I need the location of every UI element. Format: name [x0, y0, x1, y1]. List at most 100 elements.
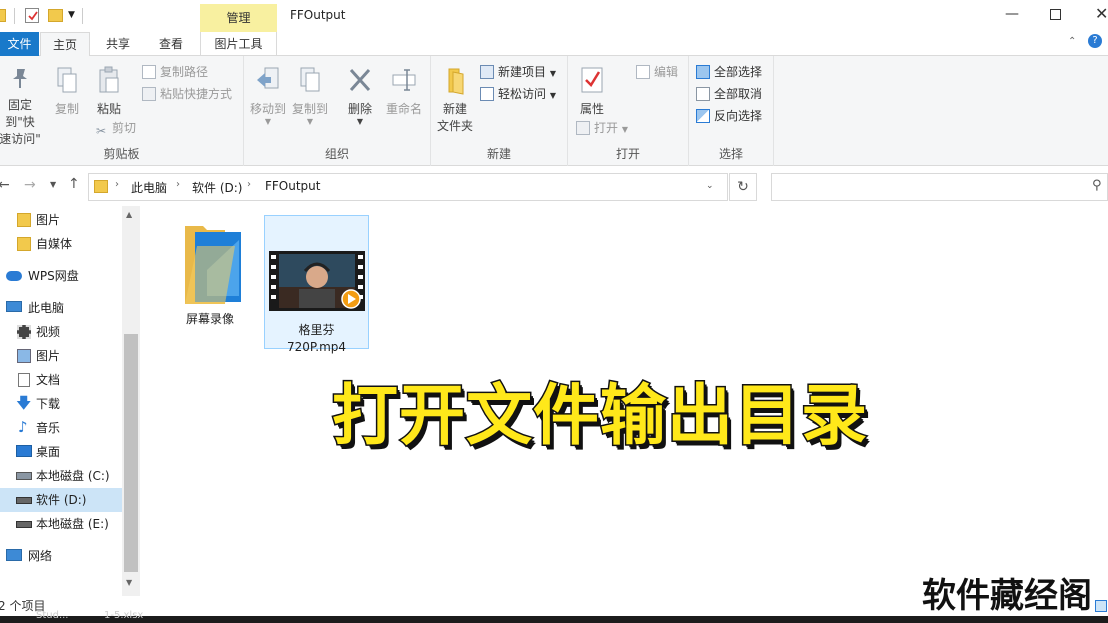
nav-label: 桌面: [36, 440, 60, 464]
folder-icon: [17, 237, 31, 251]
nav-item-pictures-quick[interactable]: 图片: [0, 208, 122, 232]
tab-share[interactable]: 共享: [93, 32, 143, 56]
path-box[interactable]: › 此电脑 › 软件 (D:) › FFOutput ⌄: [88, 173, 728, 201]
copy-to-button[interactable]: 复制到 ▼: [290, 66, 330, 126]
taskbar: Stud... 1-5.xlsx: [0, 616, 1108, 623]
refresh-icon[interactable]: ↻: [729, 173, 757, 201]
pin-quick-access-button[interactable]: 固定到"快 速访问": [0, 66, 46, 148]
folder-icon: [94, 180, 108, 193]
nav-item-wps-cloud[interactable]: WPS网盘: [0, 264, 122, 288]
breadcrumb-ffoutput[interactable]: FFOutput: [265, 179, 321, 193]
nav-label: 软件 (D:): [36, 488, 86, 512]
scrollbar-thumb[interactable]: [124, 334, 138, 572]
breadcrumb-chevron-icon[interactable]: ›: [176, 179, 180, 190]
open-dropdown-icon: ▼: [622, 125, 628, 134]
select-all-button[interactable]: 全部选择: [696, 62, 762, 82]
easy-access-icon: [480, 87, 494, 101]
nav-label: 音乐: [36, 416, 60, 440]
properties-label: 属性: [574, 101, 610, 118]
details-view-icon[interactable]: [1095, 600, 1107, 612]
properties-icon: [579, 66, 605, 96]
watermark-text: 软件藏经阁: [902, 568, 1092, 617]
invert-selection-icon: [696, 109, 710, 123]
paste-shortcut-icon: [142, 87, 156, 101]
download-icon: 🡇: [16, 394, 31, 412]
new-folder-button[interactable]: 新建 文件夹: [435, 66, 475, 135]
recent-locations-icon[interactable]: ▼: [50, 180, 56, 189]
open-label: 打开: [594, 121, 618, 135]
close-icon[interactable]: ✕: [1095, 4, 1108, 23]
invert-selection-button[interactable]: 反向选择: [696, 106, 762, 126]
breadcrumb-chevron-icon[interactable]: ›: [247, 179, 251, 190]
tab-file[interactable]: 文件: [0, 32, 39, 56]
scroll-up-icon[interactable]: ▲: [126, 210, 132, 219]
copy-path-button[interactable]: 复制路径: [142, 62, 208, 82]
new-item-label: 新建项目: [498, 65, 546, 79]
nav-item-media[interactable]: 自媒体: [0, 232, 122, 256]
tab-picture-tools[interactable]: 图片工具: [200, 32, 277, 56]
organize-group: 移动到 ▼ 复制到 ▼ 删除 ▼ 重命名 组织: [244, 56, 431, 166]
search-input[interactable]: ⚲: [771, 173, 1108, 201]
nav-scrollbar[interactable]: ▲ ▼: [122, 206, 140, 596]
video-file-item[interactable]: 格里芬 720P.mp4: [264, 215, 369, 349]
nav-item-drive-d[interactable]: 软件 (D:): [0, 488, 122, 512]
pin-icon: [9, 66, 31, 92]
paste-button[interactable]: 粘贴: [92, 66, 126, 118]
copy-path-label: 复制路径: [160, 65, 208, 79]
select-none-label: 全部取消: [714, 87, 762, 101]
select-group-label: 选择: [689, 145, 773, 162]
copy-button[interactable]: 复制: [50, 66, 84, 118]
scroll-down-icon[interactable]: ▼: [126, 578, 132, 587]
nav-item-drive-c[interactable]: 本地磁盘 (C:): [0, 464, 122, 488]
properties-check-icon[interactable]: [25, 8, 39, 23]
address-dropdown-icon[interactable]: ⌄: [706, 181, 714, 191]
select-none-icon: [696, 87, 710, 101]
nav-item-this-pc[interactable]: 此电脑: [0, 296, 122, 320]
rename-button[interactable]: 重命名: [382, 66, 426, 118]
open-button[interactable]: 打开 ▼: [576, 118, 628, 138]
taskbar-item-1[interactable]: Stud...: [36, 610, 69, 621]
breadcrumb-chevron-icon[interactable]: ›: [115, 179, 119, 190]
minimize-icon[interactable]: —: [1005, 6, 1019, 22]
cut-button[interactable]: ✂剪切: [94, 118, 136, 138]
select-none-button[interactable]: 全部取消: [696, 84, 762, 104]
help-icon[interactable]: ?: [1088, 34, 1102, 48]
collapse-ribbon-icon[interactable]: ⌃: [1068, 36, 1076, 47]
nav-item-downloads[interactable]: 🡇 下载: [0, 392, 122, 416]
new-folder-icon[interactable]: [48, 9, 63, 22]
customize-qat-icon[interactable]: ▼: [68, 10, 75, 20]
easy-access-button[interactable]: 轻松访问 ▼: [480, 84, 556, 104]
folder-item[interactable]: 屏幕录像: [170, 220, 250, 328]
forward-arrow-icon[interactable]: →: [24, 177, 36, 193]
nav-label: 图片: [36, 208, 60, 232]
nav-label: 网络: [28, 544, 52, 568]
tab-home[interactable]: 主页: [40, 32, 90, 57]
nav-item-drive-e[interactable]: 本地磁盘 (E:): [0, 512, 122, 536]
rename-icon: [390, 66, 418, 96]
nav-item-documents[interactable]: 文档: [0, 368, 122, 392]
breadcrumb-drive-d[interactable]: 软件 (D:): [192, 179, 242, 196]
tab-view[interactable]: 查看: [146, 32, 196, 56]
nav-item-desktop[interactable]: 桌面: [0, 440, 122, 464]
delete-button[interactable]: 删除 ▼: [342, 66, 378, 126]
paste-shortcut-button[interactable]: 粘贴快捷方式: [142, 84, 232, 104]
breadcrumb-this-pc[interactable]: 此电脑: [131, 179, 167, 196]
pictures-folder-icon: [17, 349, 31, 363]
easy-access-dropdown-icon: ▼: [550, 91, 556, 100]
open-group-label: 打开: [568, 145, 688, 162]
move-to-button[interactable]: 移动到 ▼: [248, 66, 288, 126]
nav-item-videos[interactable]: 视频: [0, 320, 122, 344]
paste-icon: [97, 66, 121, 96]
nav-item-music[interactable]: ♪ 音乐: [0, 416, 122, 440]
back-arrow-icon[interactable]: ←: [0, 177, 10, 193]
nav-item-network[interactable]: 网络: [0, 544, 122, 568]
maximize-icon[interactable]: [1050, 9, 1061, 20]
edit-button[interactable]: 编辑: [636, 62, 678, 82]
select-all-label: 全部选择: [714, 65, 762, 79]
new-item-button[interactable]: 新建项目 ▼: [480, 62, 556, 82]
nav-item-pictures[interactable]: 图片: [0, 344, 122, 368]
up-arrow-icon[interactable]: ↑: [68, 176, 80, 192]
taskbar-item-2[interactable]: 1-5.xlsx: [104, 610, 143, 621]
properties-button[interactable]: 属性: [574, 66, 610, 118]
delete-dropdown-icon: ▼: [342, 118, 378, 126]
